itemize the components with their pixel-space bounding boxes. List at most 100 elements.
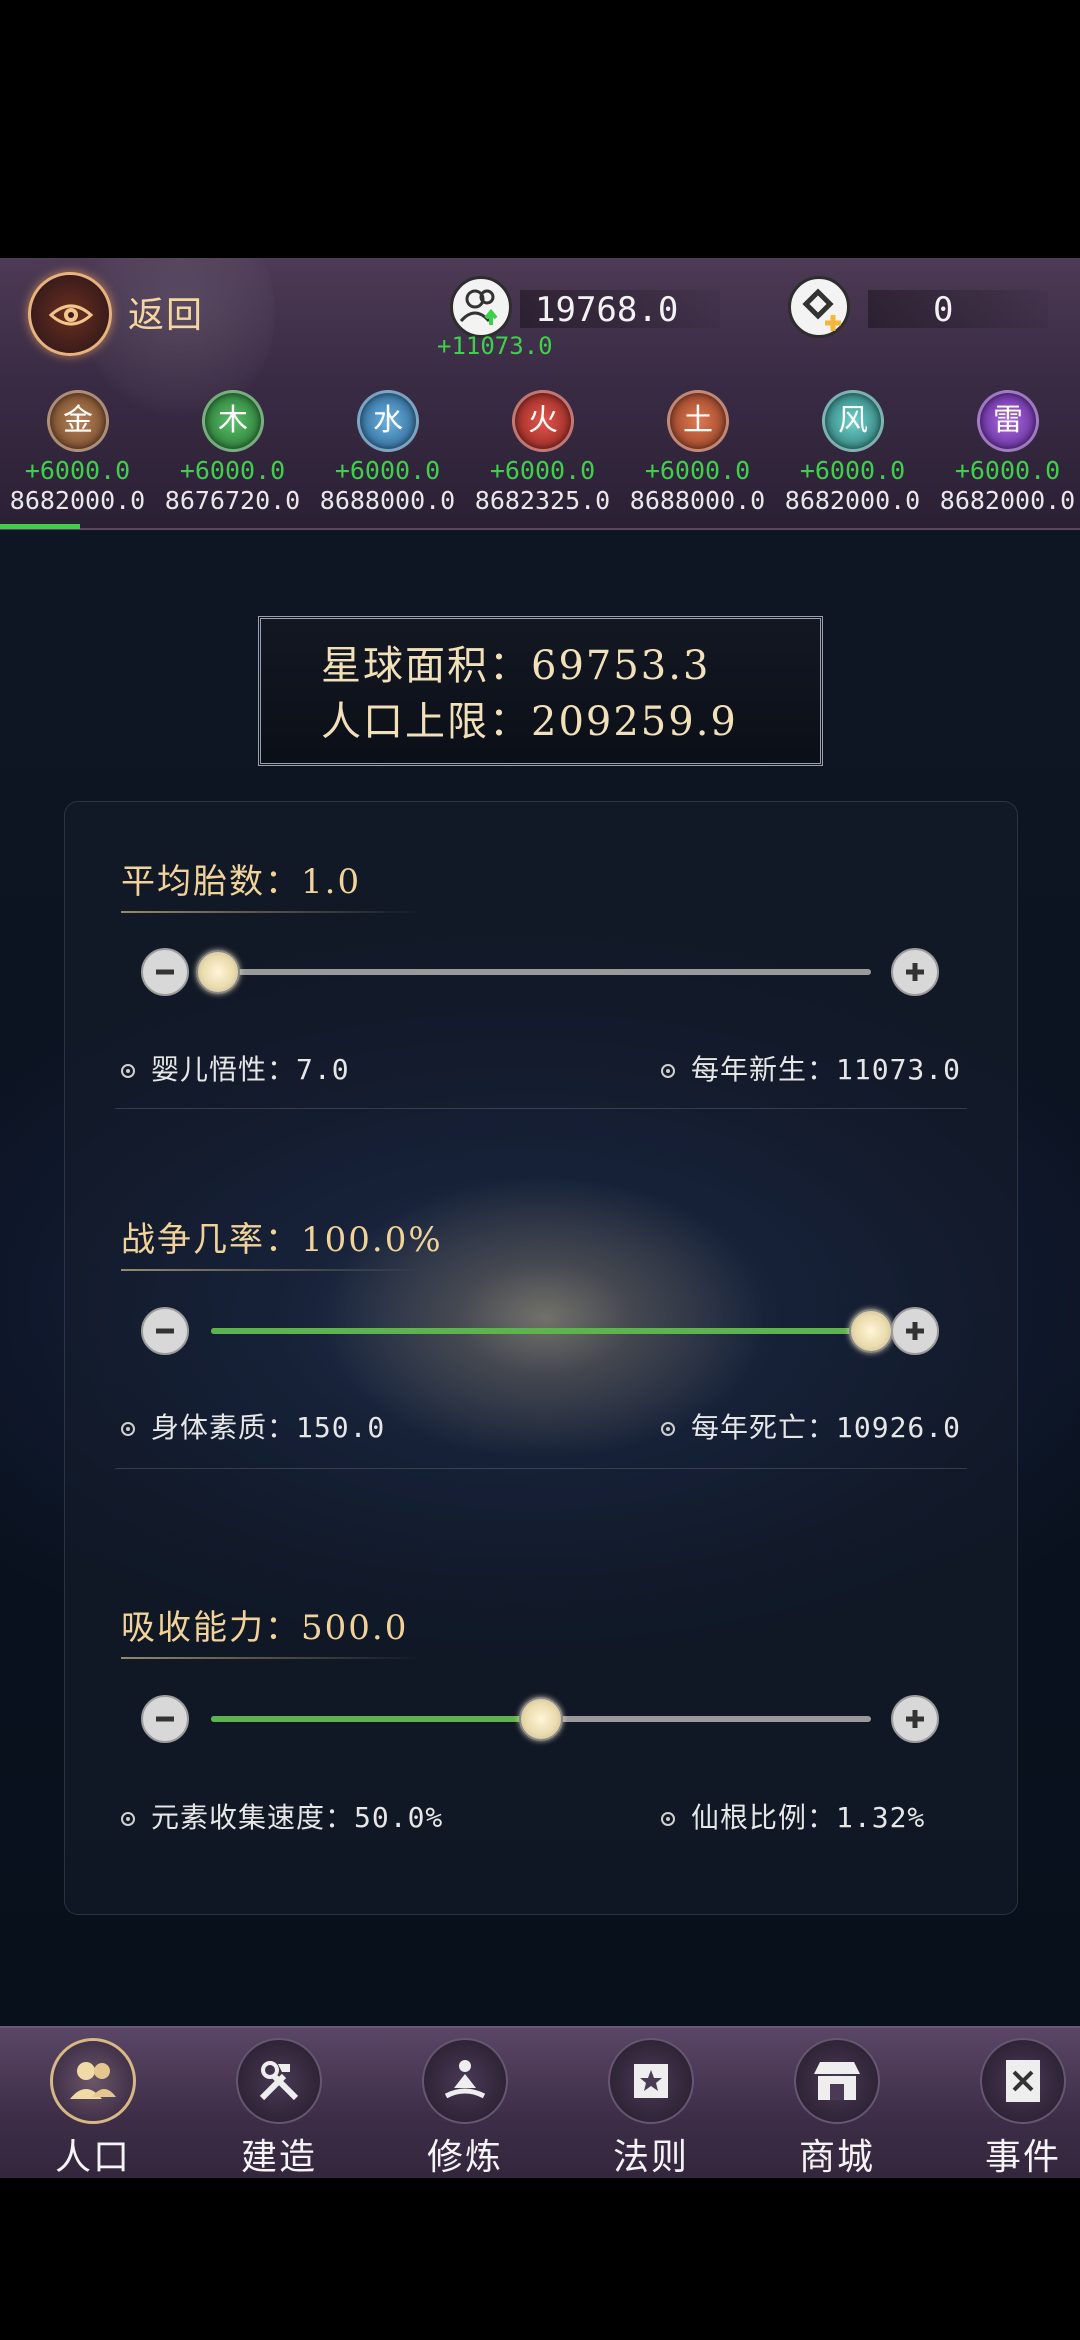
population-settings-panel: 平均胎数：1.0 婴儿悟性：7.0 每年新生：11073.0 战争几率：100.… — [64, 801, 1018, 1915]
element-metal-icon: 金 — [47, 390, 109, 452]
decrease-button[interactable] — [141, 948, 189, 996]
increase-button[interactable] — [891, 1307, 939, 1355]
element-water[interactable]: 水 +6000.0 8688000.0 — [310, 386, 465, 526]
avg-litter-slider[interactable] — [141, 943, 941, 1003]
element-total: 8682000.0 — [784, 486, 921, 515]
back-label: 返回 — [128, 295, 205, 336]
people-icon — [50, 2038, 136, 2124]
law-book-icon — [608, 2038, 694, 2124]
increase-button[interactable] — [891, 1695, 939, 1743]
element-resources: 金 +6000.0 8682000.0 木 +6000.0 8676720.0 … — [0, 386, 1080, 526]
currency-bar — [868, 290, 1048, 328]
element-fire[interactable]: 火 +6000.0 8682325.0 — [465, 386, 620, 526]
element-total: 8682000.0 — [939, 486, 1076, 515]
population-counter[interactable]: 19768.0 — [450, 276, 730, 338]
section-divider — [115, 1468, 967, 1469]
infant-comprehension: 婴儿悟性：7.0 — [121, 1048, 350, 1088]
element-scroll-indicator — [0, 524, 80, 529]
event-book-icon — [980, 2038, 1066, 2124]
nav-population[interactable]: 人口 — [0, 2028, 186, 2178]
element-earth[interactable]: 土 +6000.0 8688000.0 — [620, 386, 775, 526]
currency-counter[interactable]: 0 — [788, 276, 1058, 338]
war-chance-title: 战争几率：100.0% — [121, 1212, 443, 1271]
element-gain: +6000.0 — [489, 456, 596, 485]
element-gain: +6000.0 — [644, 456, 751, 485]
nav-shop[interactable]: 商城 — [744, 2028, 930, 2178]
bullet-icon — [121, 1064, 135, 1078]
element-gain: +6000.0 — [954, 456, 1061, 485]
avg-litter-title: 平均胎数：1.0 — [121, 854, 422, 913]
slider-track[interactable] — [211, 1309, 893, 1353]
stat-text: 每年死亡：10926.0 — [691, 1411, 962, 1444]
element-wind-icon: 风 — [822, 390, 884, 452]
slider-knob[interactable] — [849, 1309, 893, 1353]
element-total: 8688000.0 — [319, 486, 456, 515]
stat-text: 元素收集速度：50.0% — [151, 1801, 444, 1834]
tools-icon — [236, 2038, 322, 2124]
section-divider — [115, 1108, 967, 1109]
slider-knob[interactable] — [519, 1697, 563, 1741]
bullet-icon — [121, 1422, 135, 1436]
element-gain: +6000.0 — [799, 456, 906, 485]
element-collect-speed: 元素收集速度：50.0% — [121, 1796, 443, 1836]
planet-area: 星球面积：69753.3 — [321, 643, 711, 689]
slider-knob[interactable] — [195, 950, 240, 994]
top-header: 返回 19768.0 +11073.0 0 金 +6000.0 8682000.… — [0, 258, 1080, 530]
decrease-button[interactable] — [141, 1695, 189, 1743]
element-total: 8682000.0 — [9, 486, 146, 515]
element-fire-icon: 火 — [512, 390, 574, 452]
bullet-icon — [121, 1812, 135, 1826]
nav-cultivate[interactable]: 修炼 — [372, 2028, 558, 2178]
element-thunder-icon: 雷 — [977, 390, 1039, 452]
element-metal[interactable]: 金 +6000.0 8682000.0 — [0, 386, 155, 526]
nav-events[interactable]: 事件 — [930, 2028, 1080, 2178]
population-gain: +11073.0 — [437, 332, 553, 360]
element-wind[interactable]: 风 +6000.0 8682000.0 — [775, 386, 930, 526]
element-wood-icon: 木 — [202, 390, 264, 452]
absorption-slider[interactable] — [141, 1690, 941, 1750]
bullet-icon — [661, 1422, 675, 1436]
nav-label: 人口 — [54, 2137, 131, 2178]
planet-info-box: 星球面积：69753.3 人口上限：209259.9 — [258, 616, 823, 766]
back-eye-icon — [28, 272, 112, 356]
nav-law[interactable]: 法则 — [558, 2028, 744, 2178]
stat-text: 每年新生：11073.0 — [691, 1053, 962, 1086]
nav-build[interactable]: 建造 — [186, 2028, 372, 2178]
yearly-deaths: 每年死亡：10926.0 — [661, 1406, 961, 1446]
population-value: 19768.0 — [535, 290, 679, 330]
stat-text: 仙根比例：1.32% — [691, 1801, 926, 1834]
absorption-title: 吸收能力：500.0 — [121, 1600, 422, 1659]
increase-button[interactable] — [891, 948, 939, 996]
nav-label: 法则 — [612, 2137, 689, 2178]
yearly-births: 每年新生：11073.0 — [661, 1048, 961, 1088]
element-total: 8676720.0 — [164, 486, 301, 515]
population-icon — [450, 276, 512, 338]
element-water-icon: 水 — [357, 390, 419, 452]
element-total: 8688000.0 — [629, 486, 766, 515]
shop-icon — [794, 2038, 880, 2124]
element-thunder[interactable]: 雷 +6000.0 8682000.0 — [930, 386, 1080, 526]
nav-label: 事件 — [984, 2137, 1061, 2178]
slider-fill — [211, 1328, 871, 1334]
slider-track[interactable] — [195, 950, 871, 994]
element-earth-icon: 土 — [667, 390, 729, 452]
population-limit: 人口上限：209259.9 — [321, 699, 738, 745]
physical-fitness: 身体素质：150.0 — [121, 1406, 385, 1446]
stat-text: 身体素质：150.0 — [151, 1411, 386, 1444]
element-wood[interactable]: 木 +6000.0 8676720.0 — [155, 386, 310, 526]
slider-track[interactable] — [211, 1697, 871, 1741]
currency-value: 0 — [933, 290, 954, 330]
bullet-icon — [661, 1812, 675, 1826]
element-gain: +6000.0 — [179, 456, 286, 485]
back-button[interactable]: 返回 — [28, 272, 248, 362]
element-gain: +6000.0 — [24, 456, 131, 485]
meditate-icon — [422, 2038, 508, 2124]
bottom-nav: 人口 建造 修炼 法则 商城 事件 — [0, 2026, 1080, 2178]
nav-label: 商城 — [798, 2137, 875, 2178]
game-screen: 返回 19768.0 +11073.0 0 金 +6000.0 8682000.… — [0, 258, 1080, 2178]
slider-fill — [211, 1716, 541, 1722]
war-chance-slider[interactable] — [141, 1302, 941, 1362]
bullet-icon — [661, 1064, 675, 1078]
diamond-plus-icon — [788, 276, 850, 338]
decrease-button[interactable] — [141, 1307, 189, 1355]
